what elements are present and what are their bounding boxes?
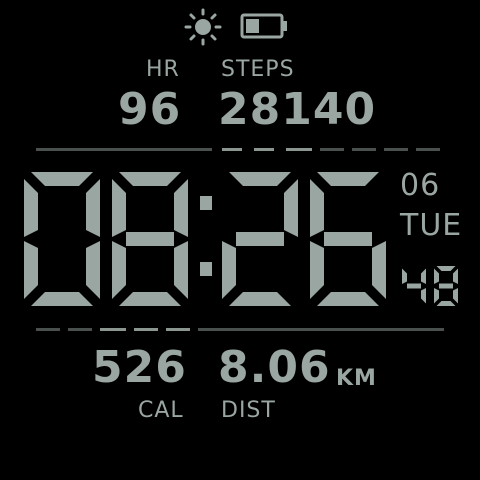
hour-tens-digit-segment-b	[86, 179, 100, 237]
hour-tens-digit-segment-d	[31, 292, 93, 306]
minute-tens-digit-segment-d	[229, 292, 291, 306]
minute-ones-digit-segment-a	[317, 172, 379, 186]
steps-value: 28140	[218, 84, 377, 135]
hour-tens-digit-segment-e	[24, 241, 38, 299]
cal-label: CAL	[138, 398, 184, 423]
seconds-tens-digit-segment-g	[407, 283, 421, 289]
seconds-ones-digit-segment-f	[434, 268, 439, 284]
hour-ones-digit	[112, 172, 188, 306]
date-day: 06	[400, 168, 441, 203]
minute-tens-digit-segment-g	[236, 232, 284, 246]
dist-unit: KM	[336, 366, 377, 391]
minute-ones-digit-segment-e	[310, 241, 324, 299]
seconds-tens-digit-segment-f	[402, 268, 407, 284]
date-weekday: TUE	[400, 208, 463, 243]
dist-value: 8.06	[218, 342, 331, 393]
hour-ones-digit-segment-f	[112, 179, 126, 237]
seconds-ones-digit-segment-c	[453, 288, 458, 304]
hour-tens-digit-segment-a	[31, 172, 93, 186]
seconds-ones-digit	[434, 266, 458, 306]
colon-bottom	[200, 262, 212, 276]
battery-icon	[240, 13, 287, 39]
seconds-display	[402, 266, 458, 306]
seconds-ones-digit-segment-g	[439, 283, 453, 289]
seconds-ones-digit-segment-b	[453, 268, 458, 284]
dist-label: DIST	[221, 398, 276, 423]
colon-top	[200, 196, 212, 210]
hour-ones-digit-segment-b	[174, 179, 188, 237]
hour-ones-digit-segment-g	[126, 232, 174, 246]
minute-tens-digit	[222, 172, 298, 306]
seconds-ones-digit-segment-d	[436, 301, 456, 306]
hour-ones-digit-segment-e	[112, 241, 126, 299]
seconds-tens-digit-segment-b	[421, 268, 426, 284]
minute-ones-digit-segment-d	[317, 292, 379, 306]
bottom-progress-divider	[36, 328, 444, 331]
seconds-tens-digit-segment-c	[421, 288, 426, 304]
minute-tens-digit-segment-b	[284, 179, 298, 237]
hour-ones-digit-segment-d	[119, 292, 181, 306]
minute-tens-digit-segment-a	[229, 172, 291, 186]
seconds-ones-digit-segment-a	[436, 266, 456, 271]
hr-label: HR	[146, 57, 180, 82]
hr-value: 96	[118, 84, 182, 135]
sun-icon	[184, 8, 222, 46]
hour-tens-digit	[24, 172, 100, 306]
hour-tens-digit-segment-f	[24, 179, 38, 237]
seconds-ones-digit-segment-e	[434, 288, 439, 304]
hour-tens-digit-segment-c	[86, 241, 100, 299]
hour-ones-digit-segment-c	[174, 241, 188, 299]
minute-ones-digit-segment-f	[310, 179, 324, 237]
minute-ones-digit	[310, 172, 386, 306]
minute-tens-digit-segment-e	[222, 241, 236, 299]
seconds-tens-digit	[402, 268, 426, 304]
cal-value: 526	[92, 342, 187, 393]
top-progress-divider	[36, 148, 440, 151]
hour-ones-digit-segment-a	[119, 172, 181, 186]
minute-ones-digit-segment-g	[324, 232, 372, 246]
minute-ones-digit-segment-c	[372, 241, 386, 299]
steps-label: STEPS	[221, 57, 295, 82]
